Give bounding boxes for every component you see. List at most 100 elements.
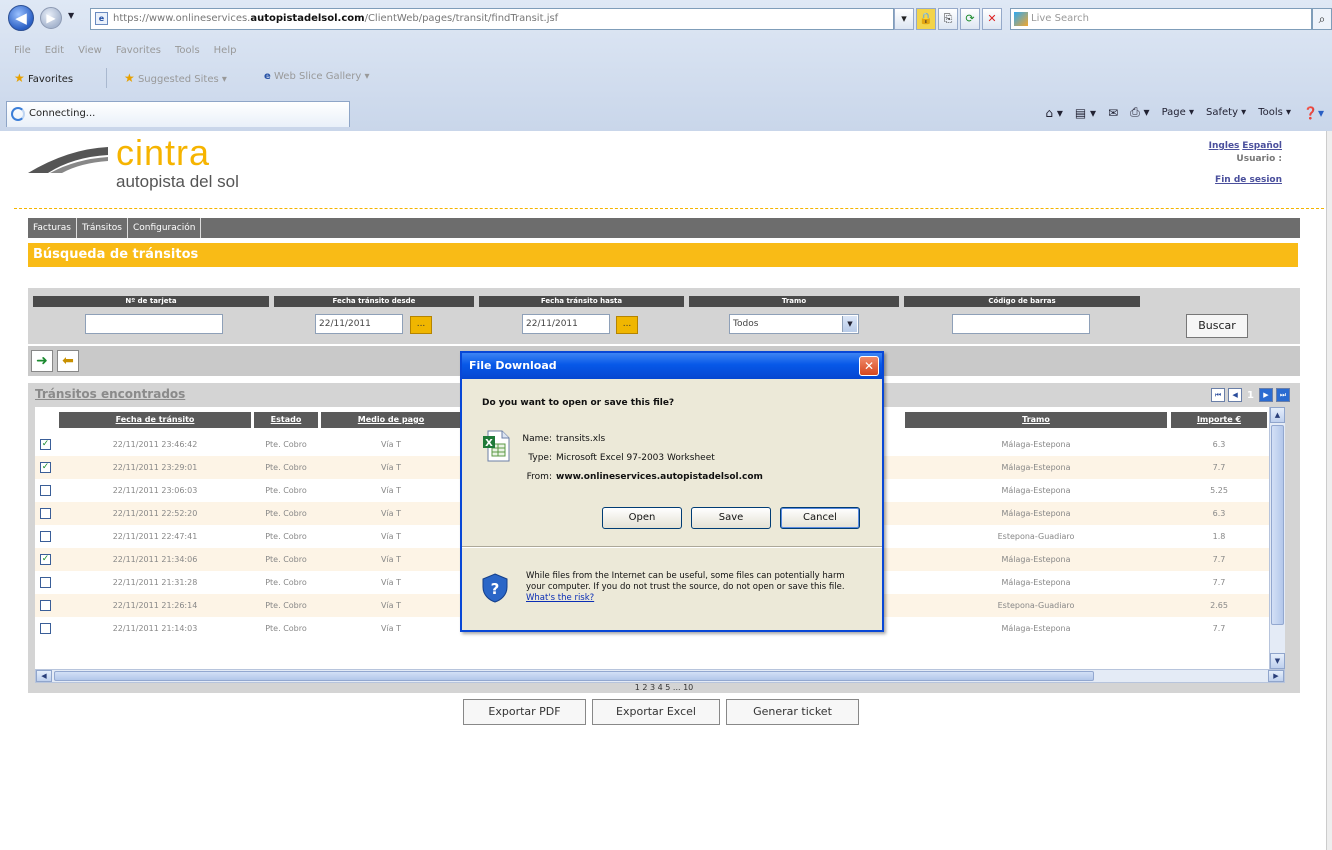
logo-swoosh-icon [28,147,108,173]
logout-link[interactable]: Fin de sesion [1215,175,1282,185]
row-checkbox[interactable] [40,623,51,634]
forward-green-icon[interactable]: ➜ [31,350,53,372]
header-divider [14,208,1324,210]
cell-date: 22/11/2011 21:14:03 [112,624,198,633]
whats-the-risk-link[interactable]: What's the risk? [526,593,594,603]
print-icon[interactable]: ⎙ ▾ [1130,105,1149,120]
prev-page-icon[interactable]: ◀ [1228,388,1243,402]
save-button[interactable]: Save [691,507,771,529]
safety-menu[interactable]: Safety ▾ [1206,107,1246,118]
barcode-input[interactable] [952,314,1090,334]
row-checkbox[interactable]: ✓ [40,554,51,565]
dropdown-icon[interactable]: ▾ [894,8,914,30]
date-from-input[interactable]: 22/11/2011 [315,314,403,334]
address-bar[interactable]: e https://www.onlineservices.autopistade… [90,8,894,30]
date-from-picker-button[interactable]: ... [410,316,432,334]
export-pdf-button[interactable]: Exportar PDF [463,699,586,725]
cell-tramo: Málaga-Estepona [1001,509,1071,518]
dialog-title[interactable]: File Download [462,353,882,379]
col-importe[interactable]: Importe € [1171,412,1267,428]
compat-view-icon[interactable]: ⎘ [938,8,958,30]
favorites-button[interactable]: ★ Favorites [14,71,73,85]
menu-item-edit[interactable]: Edit [45,40,64,62]
cell-medio: Vía T [380,440,402,449]
home-icon[interactable]: ⌂ ▾ [1045,106,1062,120]
lang-spanish-link[interactable]: Español [1242,141,1282,151]
date-to-picker-button[interactable]: ... [616,316,638,334]
feeds-icon[interactable]: ▤ ▾ [1075,106,1096,120]
search-placeholder: Live Search [1031,13,1089,24]
cell-importe: 5.25 [1210,486,1228,495]
lang-english-link[interactable]: Ingles [1209,141,1240,151]
tab-configuracion[interactable]: Configuración [128,218,202,238]
help-icon[interactable]: ❓▾ [1303,106,1324,120]
page-menu[interactable]: Page ▾ [1162,107,1194,118]
menu-item-help[interactable]: Help [214,40,237,62]
scroll-up-icon[interactable]: ▲ [1270,407,1285,423]
page-links[interactable]: 1 2 3 4 5 ... 10 [28,683,1300,692]
browser-tab[interactable]: Connecting... [6,101,350,127]
history-dropdown-icon[interactable]: ▼ [68,11,74,20]
generate-ticket-button[interactable]: Generar ticket [726,699,859,725]
row-checkbox[interactable] [40,577,51,588]
tab-transitos[interactable]: Tránsitos [77,218,128,238]
mail-icon[interactable]: ✉ [1108,106,1118,120]
export-excel-button[interactable]: Exportar Excel [592,699,720,725]
results-title[interactable]: Tránsitos encontrados [35,387,185,401]
lock-icon[interactable]: 🔒 [916,8,936,30]
row-checkbox[interactable] [40,485,51,496]
back-yellow-icon[interactable]: ⬅ [57,350,79,372]
col-fecha[interactable]: Fecha de tránsito [59,412,251,428]
row-checkbox[interactable]: ✓ [40,462,51,473]
menu-item-file[interactable]: File [14,40,31,62]
cancel-button[interactable]: Cancel [780,507,860,529]
web-slice-label: Web Slice Gallery ▾ [273,71,370,82]
tab-facturas[interactable]: Facturas [28,218,77,238]
ie-icon: e [264,71,271,82]
stop-icon[interactable]: ✕ [982,8,1002,30]
back-arrow-icon[interactable]: ◀ [8,5,34,31]
scroll-right-icon[interactable]: ▶ [1268,670,1284,682]
search-input[interactable]: Live Search [1010,8,1312,30]
site-nav: Facturas Tránsitos Configuración [28,218,1300,238]
last-page-icon[interactable]: ⏭ [1276,388,1290,402]
current-page: 1 [1247,389,1254,401]
open-button[interactable]: Open [602,507,682,529]
page-scrollbar[interactable] [1326,131,1332,850]
site-logo[interactable]: cintra autopista del sol [28,132,428,205]
col-tramo[interactable]: Tramo [905,412,1167,428]
close-icon[interactable]: ✕ [859,356,879,376]
file-type-row: Type: Microsoft Excel 97-2003 Worksheet [492,453,715,463]
vertical-scrollbar[interactable]: ▲ ▼ [1269,407,1285,669]
web-slice-gallery-button[interactable]: e Web Slice Gallery ▾ [264,71,370,82]
horizontal-scrollbar[interactable]: ◀ ▶ [35,669,1285,683]
row-checkbox[interactable] [40,600,51,611]
hscroll-thumb[interactable] [54,671,1094,681]
col-estado[interactable]: Estado [254,412,318,428]
menu-item-view[interactable]: View [78,40,102,62]
row-checkbox[interactable] [40,508,51,519]
account-links: Ingles Español Usuario : Fin de sesion [1209,140,1282,187]
date-to-input[interactable]: 22/11/2011 [522,314,610,334]
menu-item-tools[interactable]: Tools [175,40,200,62]
card-number-input[interactable] [85,314,223,334]
refresh-icon[interactable]: ⟳ [960,8,980,30]
scroll-left-icon[interactable]: ◀ [36,670,52,682]
search-button[interactable]: Buscar [1186,314,1248,338]
forward-arrow-icon[interactable]: ▶ [40,7,62,29]
scroll-down-icon[interactable]: ▼ [1270,653,1285,669]
scroll-thumb[interactable] [1271,425,1284,625]
row-checkbox[interactable]: ✓ [40,439,51,450]
suggested-sites-button[interactable]: ★ Suggested Sites ▾ [124,71,227,85]
search-filters: Nº de tarjeta Fecha tránsito desde Fecha… [28,288,1300,344]
tools-menu[interactable]: Tools ▾ [1258,107,1291,118]
tramo-select[interactable]: Todos ▼ [729,314,859,334]
search-icon[interactable]: ⌕ [1312,8,1332,30]
first-page-icon[interactable]: ⏮ [1211,388,1226,402]
next-page-icon[interactable]: ▶ [1259,388,1273,402]
menu-item-favorites[interactable]: Favorites [116,40,161,62]
cell-date: 22/11/2011 23:06:03 [112,486,198,495]
row-checkbox[interactable] [40,531,51,542]
tab-title: Connecting... [29,108,96,119]
col-medio[interactable]: Medio de pago [321,412,461,428]
